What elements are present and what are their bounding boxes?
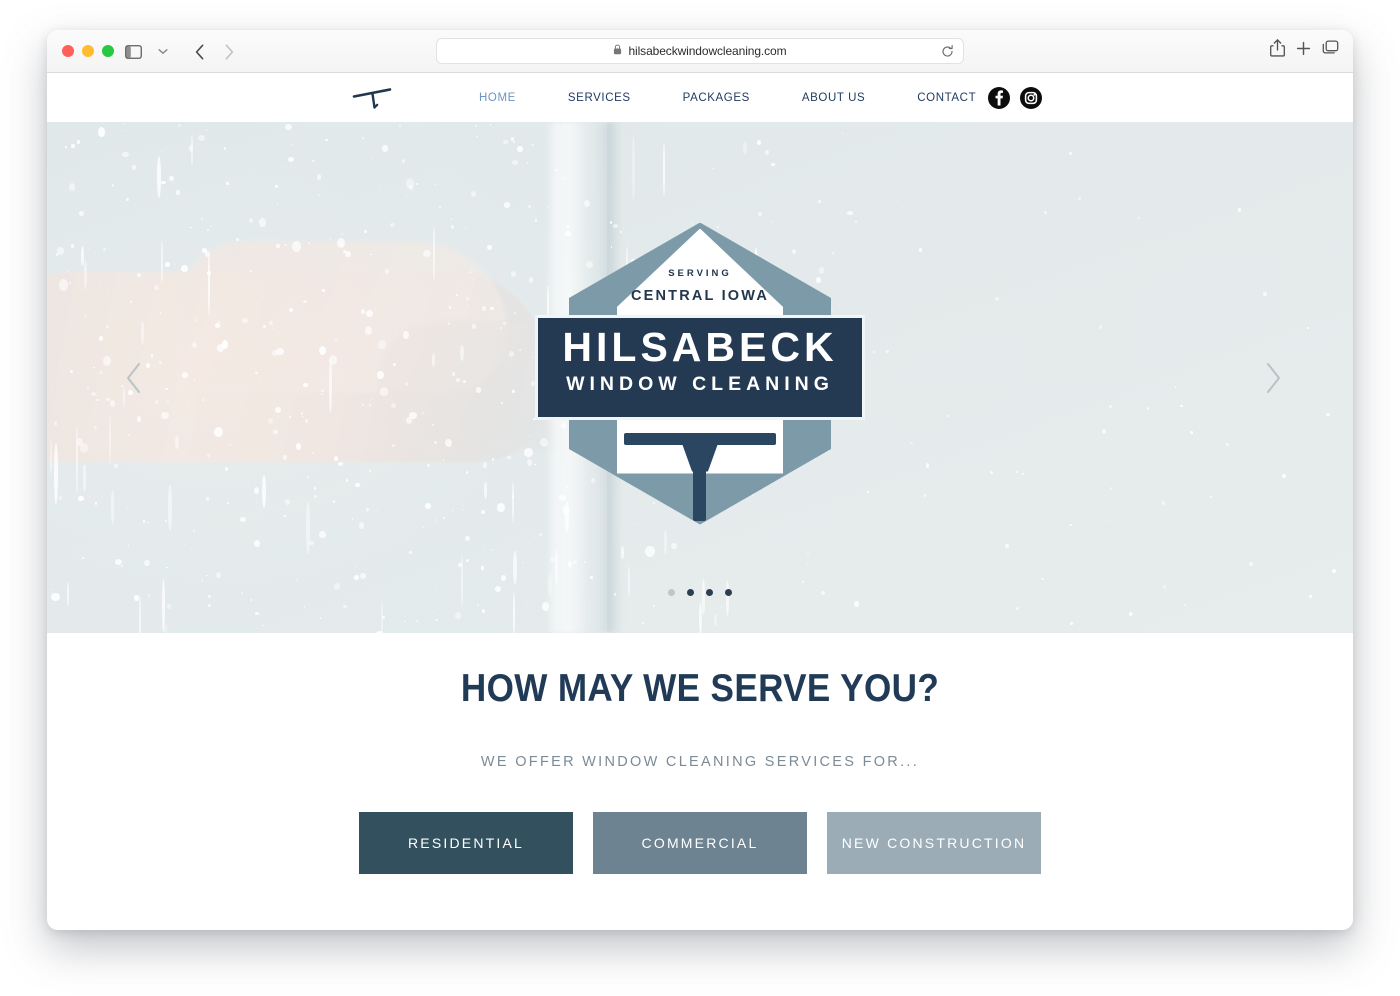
emblem-brand-name: HILSABECK bbox=[562, 323, 838, 370]
new-tab-icon[interactable] bbox=[1296, 41, 1311, 61]
site-header: HOME SERVICES PACKAGES ABOUT US CONTACT bbox=[47, 73, 1353, 122]
close-window-button[interactable] bbox=[62, 45, 74, 57]
facebook-icon[interactable] bbox=[988, 86, 1010, 109]
nav-item-about-us[interactable]: ABOUT US bbox=[793, 88, 874, 108]
sidebar-chevron-down-icon[interactable] bbox=[149, 39, 176, 64]
forward-button[interactable] bbox=[215, 39, 242, 64]
emblem-serving-text: SERVING bbox=[668, 267, 732, 279]
address-bar-container: hilsabeckwindowcleaning.com bbox=[436, 38, 964, 64]
emblem-tagline: WINDOW CLEANING bbox=[566, 372, 834, 395]
carousel-dot-3[interactable] bbox=[706, 589, 713, 596]
carousel-next-button[interactable] bbox=[1253, 358, 1293, 398]
share-icon[interactable] bbox=[1270, 39, 1285, 62]
squeegee-logo-icon[interactable] bbox=[350, 83, 396, 113]
emblem-region-text: CENTRAL IOWA bbox=[630, 287, 770, 304]
carousel-dots bbox=[668, 589, 732, 596]
url-text: hilsabeckwindowcleaning.com bbox=[628, 44, 787, 58]
website-viewport: HOME SERVICES PACKAGES ABOUT US CONTACT bbox=[47, 73, 1353, 930]
service-button-residential[interactable]: RESIDENTIAL bbox=[359, 812, 573, 874]
brand-emblem: SERVING CENTRAL IOWA HILSABECK WINDOW CL… bbox=[535, 213, 865, 543]
services-section: HOW MAY WE SERVE YOU? WE OFFER WINDOW CL… bbox=[47, 633, 1353, 930]
maximize-window-button[interactable] bbox=[102, 45, 114, 57]
emblem-banner: HILSABECK WINDOW CLEANING bbox=[535, 314, 865, 420]
tab-overview-icon[interactable] bbox=[1322, 40, 1339, 61]
sidebar-toggle-button[interactable] bbox=[120, 39, 147, 64]
browser-window: hilsabeckwindowcleaning.com HOME SERVICE… bbox=[47, 30, 1353, 930]
service-button-new-construction[interactable]: NEW CONSTRUCTION bbox=[827, 812, 1041, 874]
service-button-commercial[interactable]: COMMERCIAL bbox=[593, 812, 807, 874]
carousel-dot-4[interactable] bbox=[725, 589, 732, 596]
service-category-buttons: RESIDENTIAL COMMERCIAL NEW CONSTRUCTION bbox=[47, 812, 1353, 874]
browser-toolbar: hilsabeckwindowcleaning.com bbox=[47, 30, 1353, 73]
reload-button[interactable] bbox=[939, 43, 955, 59]
carousel-dot-2[interactable] bbox=[687, 589, 694, 596]
instagram-icon[interactable] bbox=[1020, 86, 1042, 109]
window-controls bbox=[62, 45, 114, 57]
hero-carousel: SERVING CENTRAL IOWA HILSABECK WINDOW CL… bbox=[47, 122, 1353, 633]
navigation-controls bbox=[120, 39, 242, 64]
carousel-prev-button[interactable] bbox=[114, 358, 154, 398]
nav-item-home[interactable]: HOME bbox=[470, 88, 525, 108]
nav-item-services[interactable]: SERVICES bbox=[559, 88, 640, 108]
emblem-squeegee-handle bbox=[693, 468, 706, 521]
carousel-dot-1[interactable] bbox=[668, 589, 675, 596]
emblem-squeegee-blade bbox=[624, 432, 776, 445]
toolbar-actions bbox=[1270, 39, 1339, 62]
back-button[interactable] bbox=[186, 39, 213, 64]
section-title: HOW MAY WE SERVE YOU? bbox=[460, 667, 940, 710]
nav-item-packages[interactable]: PACKAGES bbox=[674, 88, 759, 108]
main-navigation: HOME SERVICES PACKAGES ABOUT US CONTACT bbox=[470, 88, 985, 108]
social-links bbox=[988, 86, 1042, 109]
nav-item-contact[interactable]: CONTACT bbox=[908, 88, 985, 108]
address-bar[interactable]: hilsabeckwindowcleaning.com bbox=[436, 38, 964, 64]
lock-icon bbox=[613, 42, 622, 60]
minimize-window-button[interactable] bbox=[82, 45, 94, 57]
section-subtitle: WE OFFER WINDOW CLEANING SERVICES FOR... bbox=[480, 754, 920, 770]
